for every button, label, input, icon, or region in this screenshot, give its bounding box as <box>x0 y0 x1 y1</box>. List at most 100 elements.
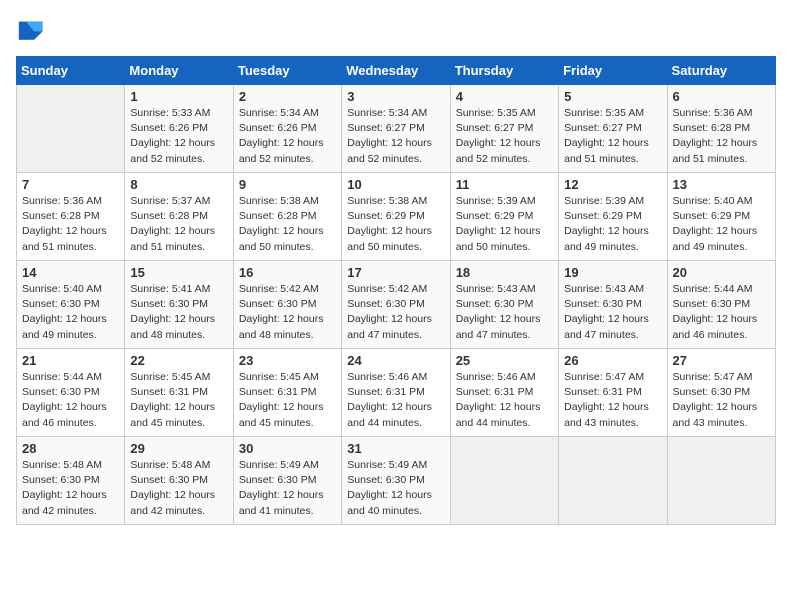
day-number: 8 <box>130 177 227 192</box>
day-number: 19 <box>564 265 661 280</box>
day-cell: 24 Sunrise: 5:46 AM Sunset: 6:31 PM Dayli… <box>342 349 450 437</box>
day-info: Sunrise: 5:34 AM Sunset: 6:26 PM Dayligh… <box>239 106 336 167</box>
day-cell: 7 Sunrise: 5:36 AM Sunset: 6:28 PM Daylig… <box>17 173 125 261</box>
day-info: Sunrise: 5:44 AM Sunset: 6:30 PM Dayligh… <box>22 370 119 431</box>
day-cell: 14 Sunrise: 5:40 AM Sunset: 6:30 PM Dayli… <box>17 261 125 349</box>
day-number: 5 <box>564 89 661 104</box>
day-info: Sunrise: 5:41 AM Sunset: 6:30 PM Dayligh… <box>130 282 227 343</box>
day-cell <box>17 85 125 173</box>
day-number: 12 <box>564 177 661 192</box>
day-cell: 29Sunrise: 5:48 AM Sunset: 6:30 PM Dayli… <box>125 437 233 525</box>
calendar-table: SundayMondayTuesdayWednesdayThursdayFrid… <box>16 56 776 525</box>
day-info: Sunrise: 5:43 AM Sunset: 6:30 PM Dayligh… <box>564 282 661 343</box>
day-cell: 31Sunrise: 5:49 AM Sunset: 6:30 PM Dayli… <box>342 437 450 525</box>
day-number: 31 <box>347 441 444 456</box>
day-info: Sunrise: 5:47 AM Sunset: 6:31 PM Dayligh… <box>564 370 661 431</box>
day-number: 13 <box>673 177 770 192</box>
week-row-2: 7 Sunrise: 5:36 AM Sunset: 6:28 PM Daylig… <box>17 173 776 261</box>
day-info: Sunrise: 5:43 AM Sunset: 6:30 PM Dayligh… <box>456 282 553 343</box>
day-info: Sunrise: 5:44 AM Sunset: 6:30 PM Dayligh… <box>673 282 770 343</box>
day-info: Sunrise: 5:42 AM Sunset: 6:30 PM Dayligh… <box>347 282 444 343</box>
day-info: Sunrise: 5:35 AM Sunset: 6:27 PM Dayligh… <box>456 106 553 167</box>
day-cell: 13 Sunrise: 5:40 AM Sunset: 6:29 PM Dayli… <box>667 173 775 261</box>
day-number: 16 <box>239 265 336 280</box>
day-cell <box>559 437 667 525</box>
logo-icon <box>16 16 44 44</box>
day-cell: 16 Sunrise: 5:42 AM Sunset: 6:30 PM Dayli… <box>233 261 341 349</box>
day-info: Sunrise: 5:45 AM Sunset: 6:31 PM Dayligh… <box>239 370 336 431</box>
day-info: Sunrise: 5:33 AM Sunset: 6:26 PM Dayligh… <box>130 106 227 167</box>
day-number: 2 <box>239 89 336 104</box>
col-header-wednesday: Wednesday <box>342 57 450 85</box>
day-info: Sunrise: 5:49 AM Sunset: 6:30 PM Dayligh… <box>239 458 336 519</box>
col-header-friday: Friday <box>559 57 667 85</box>
day-cell: 30 Sunrise: 5:49 AM Sunset: 6:30 PM Dayli… <box>233 437 341 525</box>
day-info: Sunrise: 5:48 AM Sunset: 6:30 PM Dayligh… <box>22 458 119 519</box>
day-cell: 21 Sunrise: 5:44 AM Sunset: 6:30 PM Dayli… <box>17 349 125 437</box>
day-number: 7 <box>22 177 119 192</box>
day-cell: 19 Sunrise: 5:43 AM Sunset: 6:30 PM Dayli… <box>559 261 667 349</box>
day-cell: 27 Sunrise: 5:47 AM Sunset: 6:30 PM Dayli… <box>667 349 775 437</box>
day-cell: 8 Sunrise: 5:37 AM Sunset: 6:28 PM Daylig… <box>125 173 233 261</box>
logo <box>16 16 48 44</box>
day-number: 29 <box>130 441 227 456</box>
day-number: 15 <box>130 265 227 280</box>
day-cell: 9Sunrise: 5:38 AM Sunset: 6:28 PM Daylig… <box>233 173 341 261</box>
day-cell: 23 Sunrise: 5:45 AM Sunset: 6:31 PM Dayli… <box>233 349 341 437</box>
day-cell: 18Sunrise: 5:43 AM Sunset: 6:30 PM Dayli… <box>450 261 558 349</box>
day-info: Sunrise: 5:47 AM Sunset: 6:30 PM Dayligh… <box>673 370 770 431</box>
day-cell: 28 Sunrise: 5:48 AM Sunset: 6:30 PM Dayli… <box>17 437 125 525</box>
day-cell: 12Sunrise: 5:39 AM Sunset: 6:29 PM Dayli… <box>559 173 667 261</box>
day-info: Sunrise: 5:34 AM Sunset: 6:27 PM Dayligh… <box>347 106 444 167</box>
day-number: 20 <box>673 265 770 280</box>
day-cell: 6 Sunrise: 5:36 AM Sunset: 6:28 PM Daylig… <box>667 85 775 173</box>
day-number: 1 <box>130 89 227 104</box>
col-header-thursday: Thursday <box>450 57 558 85</box>
day-number: 6 <box>673 89 770 104</box>
day-info: Sunrise: 5:46 AM Sunset: 6:31 PM Dayligh… <box>456 370 553 431</box>
day-info: Sunrise: 5:36 AM Sunset: 6:28 PM Dayligh… <box>673 106 770 167</box>
day-cell: 22Sunrise: 5:45 AM Sunset: 6:31 PM Dayli… <box>125 349 233 437</box>
week-row-1: 1 Sunrise: 5:33 AM Sunset: 6:26 PM Daylig… <box>17 85 776 173</box>
week-row-4: 21 Sunrise: 5:44 AM Sunset: 6:30 PM Dayli… <box>17 349 776 437</box>
day-cell: 5 Sunrise: 5:35 AM Sunset: 6:27 PM Daylig… <box>559 85 667 173</box>
day-info: Sunrise: 5:38 AM Sunset: 6:29 PM Dayligh… <box>347 194 444 255</box>
day-number: 3 <box>347 89 444 104</box>
week-row-3: 14 Sunrise: 5:40 AM Sunset: 6:30 PM Dayli… <box>17 261 776 349</box>
day-info: Sunrise: 5:42 AM Sunset: 6:30 PM Dayligh… <box>239 282 336 343</box>
day-info: Sunrise: 5:35 AM Sunset: 6:27 PM Dayligh… <box>564 106 661 167</box>
day-cell: 3 Sunrise: 5:34 AM Sunset: 6:27 PM Daylig… <box>342 85 450 173</box>
day-info: Sunrise: 5:36 AM Sunset: 6:28 PM Dayligh… <box>22 194 119 255</box>
day-cell: 1 Sunrise: 5:33 AM Sunset: 6:26 PM Daylig… <box>125 85 233 173</box>
day-number: 28 <box>22 441 119 456</box>
day-cell <box>450 437 558 525</box>
day-cell: 25 Sunrise: 5:46 AM Sunset: 6:31 PM Dayli… <box>450 349 558 437</box>
day-info: Sunrise: 5:40 AM Sunset: 6:29 PM Dayligh… <box>673 194 770 255</box>
day-number: 14 <box>22 265 119 280</box>
day-number: 21 <box>22 353 119 368</box>
day-info: Sunrise: 5:37 AM Sunset: 6:28 PM Dayligh… <box>130 194 227 255</box>
day-number: 30 <box>239 441 336 456</box>
day-info: Sunrise: 5:40 AM Sunset: 6:30 PM Dayligh… <box>22 282 119 343</box>
day-number: 11 <box>456 177 553 192</box>
day-cell: 11 Sunrise: 5:39 AM Sunset: 6:29 PM Dayli… <box>450 173 558 261</box>
day-number: 24 <box>347 353 444 368</box>
day-number: 23 <box>239 353 336 368</box>
day-info: Sunrise: 5:46 AM Sunset: 6:31 PM Dayligh… <box>347 370 444 431</box>
day-cell: 10 Sunrise: 5:38 AM Sunset: 6:29 PM Dayli… <box>342 173 450 261</box>
day-number: 17 <box>347 265 444 280</box>
week-row-5: 28 Sunrise: 5:48 AM Sunset: 6:30 PM Dayli… <box>17 437 776 525</box>
day-info: Sunrise: 5:38 AM Sunset: 6:28 PM Dayligh… <box>239 194 336 255</box>
col-header-saturday: Saturday <box>667 57 775 85</box>
col-header-sunday: Sunday <box>17 57 125 85</box>
col-header-tuesday: Tuesday <box>233 57 341 85</box>
day-info: Sunrise: 5:39 AM Sunset: 6:29 PM Dayligh… <box>456 194 553 255</box>
day-number: 10 <box>347 177 444 192</box>
day-cell: 15 Sunrise: 5:41 AM Sunset: 6:30 PM Dayli… <box>125 261 233 349</box>
day-number: 27 <box>673 353 770 368</box>
day-number: 25 <box>456 353 553 368</box>
day-info: Sunrise: 5:45 AM Sunset: 6:31 PM Dayligh… <box>130 370 227 431</box>
day-number: 4 <box>456 89 553 104</box>
day-cell: 20 Sunrise: 5:44 AM Sunset: 6:30 PM Dayli… <box>667 261 775 349</box>
day-cell: 26Sunrise: 5:47 AM Sunset: 6:31 PM Dayli… <box>559 349 667 437</box>
